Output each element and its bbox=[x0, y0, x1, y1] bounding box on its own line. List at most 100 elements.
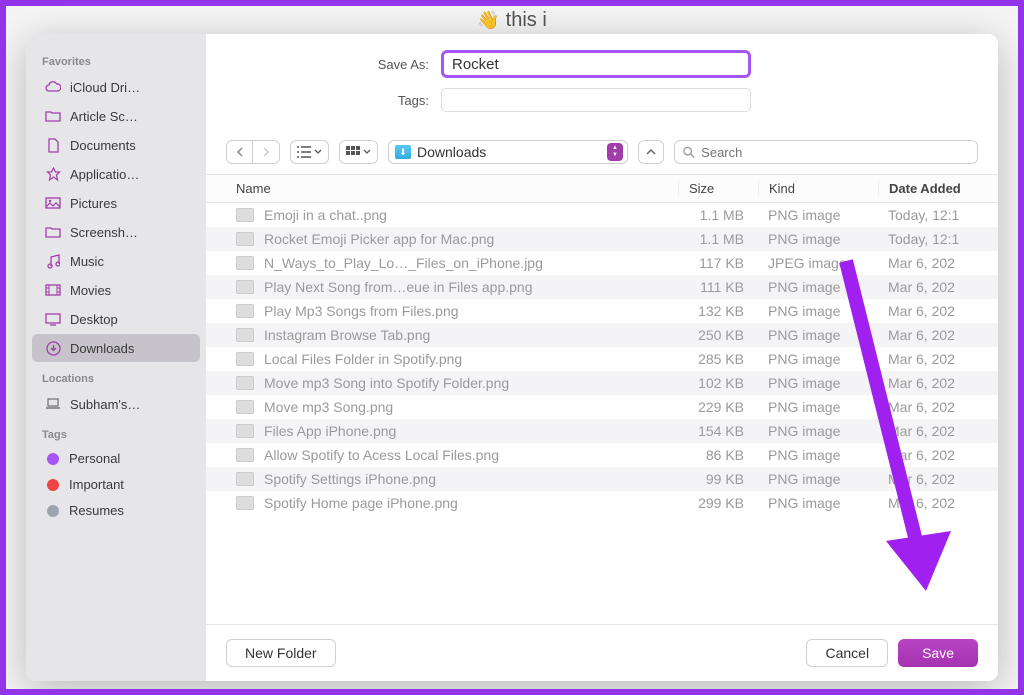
laptop-icon bbox=[44, 395, 62, 413]
file-size: 250 KB bbox=[678, 327, 758, 343]
file-thumb-icon bbox=[236, 424, 254, 438]
file-date: Today, 12:1 bbox=[878, 231, 998, 247]
search-input[interactable] bbox=[701, 145, 969, 160]
save-as-input[interactable] bbox=[441, 50, 751, 78]
file-row[interactable]: N_Ways_to_Play_Lo…_Files_on_iPhone.jpg11… bbox=[206, 251, 998, 275]
grid-icon bbox=[346, 146, 360, 158]
tags-input[interactable] bbox=[441, 88, 751, 112]
wave-emoji-icon: 👋 bbox=[477, 10, 499, 31]
chevron-up-icon bbox=[646, 148, 656, 156]
sidebar-item-music[interactable]: Music bbox=[32, 247, 200, 275]
cancel-button[interactable]: Cancel bbox=[806, 639, 888, 667]
file-name: Rocket Emoji Picker app for Mac.png bbox=[264, 231, 678, 247]
group-view-button[interactable] bbox=[339, 140, 378, 164]
file-row[interactable]: Rocket Emoji Picker app for Mac.png1.1 M… bbox=[206, 227, 998, 251]
file-row[interactable]: Spotify Home page iPhone.png299 KBPNG im… bbox=[206, 491, 998, 515]
forward-button[interactable] bbox=[253, 141, 279, 163]
search-field[interactable] bbox=[674, 140, 978, 164]
file-size: 299 KB bbox=[678, 495, 758, 511]
file-list[interactable]: Emoji in a chat..png1.1 MBPNG imageToday… bbox=[206, 203, 998, 624]
file-thumb-icon bbox=[236, 472, 254, 486]
file-row[interactable]: Files App iPhone.png154 KBPNG imageMar 6… bbox=[206, 419, 998, 443]
file-name: Play Next Song from…eue in Files app.png bbox=[264, 279, 678, 295]
sidebar-item-movies[interactable]: Movies bbox=[32, 276, 200, 304]
sidebar-item-label: Pictures bbox=[70, 196, 117, 211]
sidebar-item-label: Music bbox=[70, 254, 104, 269]
col-size[interactable]: Size bbox=[678, 181, 758, 196]
back-button[interactable] bbox=[227, 141, 253, 163]
chevron-down-icon bbox=[363, 149, 371, 155]
apps-icon bbox=[44, 165, 62, 183]
sidebar-item-applicatio[interactable]: Applicatio… bbox=[32, 160, 200, 188]
file-row[interactable]: Emoji in a chat..png1.1 MBPNG imageToday… bbox=[206, 203, 998, 227]
file-row[interactable]: Play Next Song from…eue in Files app.png… bbox=[206, 275, 998, 299]
sidebar-item-downloads[interactable]: Downloads bbox=[32, 334, 200, 362]
file-thumb-icon bbox=[236, 448, 254, 462]
sidebar-location[interactable]: Subham's… bbox=[32, 390, 200, 418]
file-name: Play Mp3 Songs from Files.png bbox=[264, 303, 678, 319]
file-kind: PNG image bbox=[758, 351, 878, 367]
file-thumb-icon bbox=[236, 256, 254, 270]
file-row[interactable]: Move mp3 Song.png229 KBPNG imageMar 6, 2… bbox=[206, 395, 998, 419]
main-panel: Save As: Tags: bbox=[206, 34, 998, 681]
cloud-icon bbox=[44, 78, 62, 96]
file-date: Mar 6, 202 bbox=[878, 303, 998, 319]
nav-back-forward[interactable] bbox=[226, 140, 280, 164]
form-area: Save As: Tags: bbox=[206, 34, 998, 132]
sidebar-tag-personal[interactable]: Personal bbox=[32, 446, 200, 471]
sidebar-item-screensh[interactable]: Screensh… bbox=[32, 218, 200, 246]
file-row[interactable]: Instagram Browse Tab.png250 KBPNG imageM… bbox=[206, 323, 998, 347]
file-row[interactable]: Play Mp3 Songs from Files.png132 KBPNG i… bbox=[206, 299, 998, 323]
sidebar-item-desktop[interactable]: Desktop bbox=[32, 305, 200, 333]
file-name: N_Ways_to_Play_Lo…_Files_on_iPhone.jpg bbox=[264, 255, 678, 271]
file-kind: PNG image bbox=[758, 327, 878, 343]
tag-dot-icon bbox=[47, 479, 59, 491]
col-kind[interactable]: Kind bbox=[758, 181, 878, 196]
file-date: Mar 6, 202 bbox=[878, 375, 998, 391]
file-size: 99 KB bbox=[678, 471, 758, 487]
tag-dot-icon bbox=[47, 453, 59, 465]
file-kind: PNG image bbox=[758, 231, 878, 247]
tags-header: Tags bbox=[26, 419, 206, 445]
file-size: 86 KB bbox=[678, 447, 758, 463]
parent-folder-button[interactable] bbox=[638, 140, 664, 164]
sidebar-item-label: Documents bbox=[70, 138, 136, 153]
dialog-footer: New Folder Cancel Save bbox=[206, 624, 998, 681]
locations-header: Locations bbox=[26, 363, 206, 389]
file-row[interactable]: Allow Spotify to Acess Local Files.png86… bbox=[206, 443, 998, 467]
sidebar-item-label: Screensh… bbox=[70, 225, 138, 240]
file-name: Allow Spotify to Acess Local Files.png bbox=[264, 447, 678, 463]
sidebar-item-label: Applicatio… bbox=[70, 167, 139, 182]
desktop-icon bbox=[44, 310, 62, 328]
sidebar-item-documents[interactable]: Documents bbox=[32, 131, 200, 159]
file-kind: PNG image bbox=[758, 495, 878, 511]
list-view-button[interactable] bbox=[290, 140, 329, 164]
location-dropdown[interactable]: ⬇ Downloads ▲▼ bbox=[388, 140, 628, 164]
sidebar-tag-resumes[interactable]: Resumes bbox=[32, 498, 200, 523]
sidebar-item-pictures[interactable]: Pictures bbox=[32, 189, 200, 217]
tags-label: Tags: bbox=[226, 93, 441, 108]
file-row[interactable]: Local Files Folder in Spotify.png285 KBP… bbox=[206, 347, 998, 371]
file-kind: PNG image bbox=[758, 423, 878, 439]
sidebar-item-iclouddri[interactable]: iCloud Dri… bbox=[32, 73, 200, 101]
sidebar-item-articlesc[interactable]: Article Sc… bbox=[32, 102, 200, 130]
toolbar: ⬇ Downloads ▲▼ bbox=[206, 132, 998, 175]
movies-icon bbox=[44, 281, 62, 299]
save-button[interactable]: Save bbox=[898, 639, 978, 667]
new-folder-button[interactable]: New Folder bbox=[226, 639, 336, 667]
file-date: Mar 6, 202 bbox=[878, 423, 998, 439]
sidebar-item-label: Desktop bbox=[70, 312, 118, 327]
file-thumb-icon bbox=[236, 304, 254, 318]
column-headers[interactable]: Name Size Kind Date Added bbox=[206, 175, 998, 203]
file-size: 1.1 MB bbox=[678, 231, 758, 247]
search-icon bbox=[683, 146, 695, 159]
col-name[interactable]: Name bbox=[236, 181, 678, 196]
file-name: Move mp3 Song into Spotify Folder.png bbox=[264, 375, 678, 391]
file-row[interactable]: Move mp3 Song into Spotify Folder.png102… bbox=[206, 371, 998, 395]
col-date[interactable]: Date Added bbox=[878, 181, 998, 196]
file-kind: PNG image bbox=[758, 447, 878, 463]
sidebar-tag-important[interactable]: Important bbox=[32, 472, 200, 497]
sidebar-item-label: iCloud Dri… bbox=[70, 80, 140, 95]
file-date: Today, 12:1 bbox=[878, 207, 998, 223]
file-row[interactable]: Spotify Settings iPhone.png99 KBPNG imag… bbox=[206, 467, 998, 491]
